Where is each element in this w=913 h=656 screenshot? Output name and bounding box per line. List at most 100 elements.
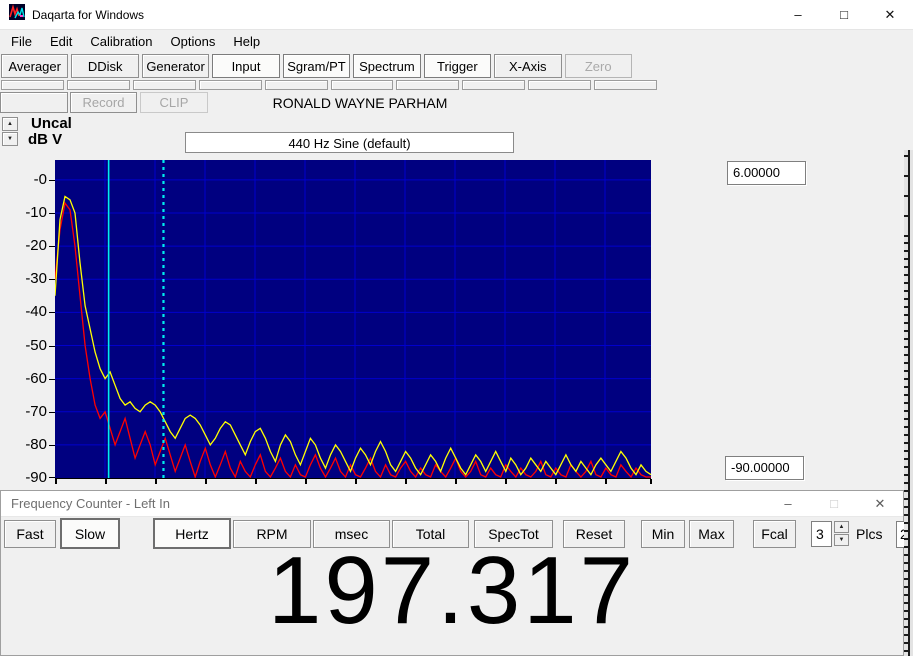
edge-ruler-tick: [904, 554, 909, 556]
toolbar-button-trigger[interactable]: Trigger: [423, 54, 492, 78]
maximize-icon[interactable]: □: [821, 0, 867, 29]
minimize-icon[interactable]: –: [775, 0, 821, 29]
edge-ruler-tick: [904, 562, 909, 564]
transport-row: Record CLIP RONALD WAYNE PARHAM: [0, 92, 913, 113]
window-title: Daqarta for Windows: [32, 7, 145, 22]
spectrum-plot[interactable]: [55, 160, 651, 479]
edge-ruler-tick: [904, 506, 909, 508]
blank-button[interactable]: [0, 92, 68, 113]
x-axis-tick: [305, 479, 307, 484]
scale-up-icon[interactable]: ▲: [2, 117, 18, 131]
edge-ruler-tick: [904, 610, 909, 612]
toolbar-indicator-strip: [396, 80, 460, 90]
edge-ruler-tick: [904, 298, 909, 300]
y-axis-tick-label: -30: [25, 270, 47, 288]
frequency-counter-titlebar: Frequency Counter - Left In – □ ✕: [1, 491, 903, 517]
toolbar-indicator-strip: [528, 80, 592, 90]
toolbar-button-generator[interactable]: Generator: [141, 54, 210, 78]
x-axis-tick: [455, 479, 457, 484]
x-axis-tick: [355, 479, 357, 484]
toolbar-button-ddisk[interactable]: DDisk: [71, 54, 139, 78]
x-axis-tick: [155, 479, 157, 484]
uncal-label: Uncal: [31, 115, 72, 132]
menu-edit[interactable]: Edit: [41, 31, 81, 52]
edge-ruler-tick: [904, 642, 909, 644]
toolbar-indicator-strip: [198, 80, 262, 90]
places-up-icon[interactable]: ▲: [834, 521, 849, 533]
menu-calibration[interactable]: Calibration: [81, 31, 161, 52]
generator-title-field[interactable]: 440 Hz Sine (default): [185, 132, 514, 153]
edge-ruler-tick: [904, 258, 909, 260]
edge-ruler-strip: [904, 150, 913, 656]
edge-ruler-tick: [904, 426, 909, 428]
edge-ruler-tick: [904, 322, 909, 324]
owner-name: RONALD WAYNE PARHAM: [272, 95, 448, 111]
edge-ruler-tick: [904, 386, 909, 388]
toolbar-indicator-strip: [330, 80, 394, 90]
toolbar: Averager DDisk Generator Input Sgram/PT Spect…: [1, 54, 632, 78]
toolbar-button-averager[interactable]: Averager: [1, 54, 69, 78]
x-axis-tick: [605, 479, 607, 484]
fc-minimize-icon[interactable]: –: [765, 491, 811, 516]
toolbar-indicator-strip: [66, 80, 130, 90]
toolbar-button-sgram-pt[interactable]: Sgram/PT: [282, 54, 351, 78]
edge-ruler-tick: [904, 578, 909, 580]
edge-ruler-tick: [904, 338, 909, 340]
unit-label: dB V: [28, 131, 63, 148]
edge-ruler-tick: [904, 546, 909, 548]
frequency-counter-controls: – □ ✕: [765, 491, 903, 516]
edge-ruler-tick: [904, 362, 909, 364]
edge-ruler-tick: [904, 514, 909, 516]
toolbar-button-spectrum[interactable]: Spectrum: [353, 54, 421, 78]
menu-file[interactable]: File: [2, 31, 41, 52]
y-axis-tick-label: -80: [25, 435, 47, 453]
close-icon[interactable]: ✕: [867, 0, 913, 29]
edge-ruler-tick: [904, 618, 909, 620]
main-window: Daqarta for Windows – □ ✕ File Edit Calibr…: [0, 0, 913, 490]
axis-bottom-value-field[interactable]: -90.00000: [725, 456, 804, 480]
edge-ruler-tick: [904, 594, 909, 596]
titlebar: Daqarta for Windows – □ ✕: [0, 0, 913, 30]
edge-ruler-tick: [904, 570, 909, 572]
y-axis-tick-label: -70: [25, 402, 47, 420]
edge-ruler-tick: [904, 242, 909, 244]
edge-ruler-tick: [904, 474, 909, 476]
scale-down-icon[interactable]: ▼: [2, 132, 18, 146]
frequency-counter-title: Frequency Counter - Left In: [11, 496, 170, 511]
menubar: File Edit Calibration Options Help: [0, 30, 913, 53]
edge-ruler-tick: [904, 306, 909, 308]
edge-ruler-tick: [904, 410, 909, 412]
axis-top-value-field[interactable]: 6.00000: [727, 161, 806, 185]
edge-ruler-tick: [904, 466, 909, 468]
toolbar-indicator-strip: [594, 80, 658, 90]
edge-ruler-tick: [904, 522, 909, 524]
toolbar-button-x-axis[interactable]: X-Axis: [494, 54, 562, 78]
toolbar-button-input[interactable]: Input: [212, 54, 280, 78]
edge-ruler-tick: [904, 346, 909, 348]
clip-indicator: CLIP: [140, 92, 208, 113]
edge-ruler-tick: [904, 314, 909, 316]
edge-ruler-tick: [904, 175, 909, 177]
edge-ruler-tick: [904, 418, 909, 420]
edge-ruler-tick: [904, 195, 909, 197]
edge-ruler-tick: [904, 394, 909, 396]
x-axis-tick: [105, 479, 107, 484]
record-button[interactable]: Record: [70, 92, 137, 113]
y-axis-tick-label: -20: [25, 237, 47, 255]
frequency-reading: 197.317: [267, 537, 636, 644]
menu-options[interactable]: Options: [162, 31, 225, 52]
toolbar-button-zero[interactable]: Zero: [564, 54, 632, 78]
frequency-counter-window: Frequency Counter - Left In – □ ✕ 3 ▲ ▼ …: [0, 490, 913, 656]
edge-ruler-tick: [904, 250, 909, 252]
app-icon: [9, 4, 25, 25]
edge-ruler-tick: [904, 434, 909, 436]
fc-close-icon[interactable]: ✕: [857, 491, 903, 516]
toolbar-indicator-strip: [264, 80, 328, 90]
menu-help[interactable]: Help: [224, 31, 269, 52]
edge-ruler-tick: [904, 538, 909, 540]
edge-ruler-tick: [904, 274, 909, 276]
y-axis-tick-label: -10: [25, 204, 47, 221]
x-axis-tick: [255, 479, 257, 484]
edge-ruler-tick: [904, 442, 909, 444]
fc-maximize-icon: □: [830, 496, 838, 511]
